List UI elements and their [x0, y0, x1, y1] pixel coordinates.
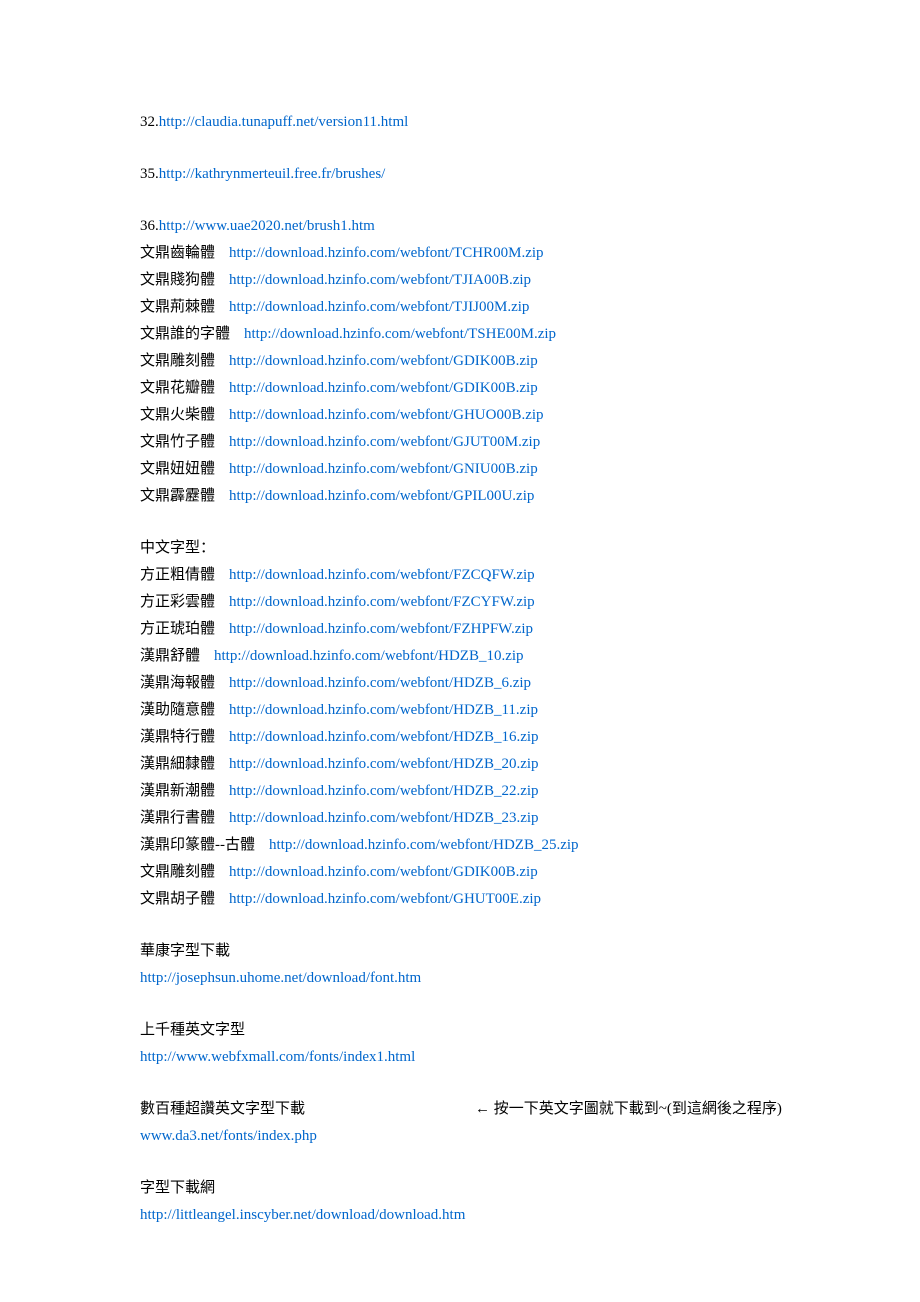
- url-link[interactable]: http://www.webfxmall.com/fonts/index1.ht…: [140, 1049, 415, 1065]
- font-label: 漢鼎細隸體: [140, 756, 215, 772]
- url-link[interactable]: http://download.hzinfo.com/webfont/GHUT0…: [229, 891, 541, 907]
- url-row: http://www.webfxmall.com/fonts/index1.ht…: [140, 1045, 780, 1070]
- url-row: http://littleangel.inscyber.net/download…: [140, 1203, 780, 1228]
- heading-text: 上千種英文字型: [140, 1022, 245, 1038]
- font-row: 文鼎荊棘體 http://download.hzinfo.com/webfont/…: [140, 295, 780, 320]
- url-link[interactable]: http://kathrynmerteuil.free.fr/brushes/: [159, 166, 386, 182]
- url-link[interactable]: http://download.hzinfo.com/webfont/HDZB_…: [229, 783, 539, 799]
- url-link[interactable]: http://josephsun.uhome.net/download/font…: [140, 970, 421, 986]
- url-link[interactable]: http://download.hzinfo.com/webfont/HDZB_…: [229, 729, 539, 745]
- url-link[interactable]: http://www.uae2020.net/brush1.htm: [159, 218, 375, 234]
- font-row: 文鼎齒輪體 http://download.hzinfo.com/webfont/…: [140, 241, 780, 266]
- section-title: 上千種英文字型: [140, 1018, 780, 1043]
- font-row: 漢鼎舒體 http://download.hzinfo.com/webfont/H…: [140, 644, 780, 669]
- font-label: 漢鼎新潮體: [140, 783, 215, 799]
- url-link[interactable]: http://download.hzinfo.com/webfont/FZHPF…: [229, 621, 533, 637]
- font-row: 方正粗倩體 http://download.hzinfo.com/webfont/…: [140, 563, 780, 588]
- font-label: 文鼎雕刻體: [140, 864, 215, 880]
- font-label: 文鼎花瓣體: [140, 380, 215, 396]
- url-link[interactable]: http://download.hzinfo.com/webfont/FZCYF…: [229, 594, 535, 610]
- font-label: 漢助隨意體: [140, 702, 215, 718]
- font-label: 文鼎胡子體: [140, 891, 215, 907]
- font-label: 方正彩雲體: [140, 594, 215, 610]
- font-row: 文鼎胡子體 http://download.hzinfo.com/webfont/…: [140, 887, 780, 912]
- font-label: 漢鼎特行體: [140, 729, 215, 745]
- font-label: 文鼎妞妞體: [140, 461, 215, 477]
- url-link[interactable]: http://download.hzinfo.com/webfont/HDZB_…: [229, 702, 538, 718]
- section-title: 中文字型：: [140, 536, 780, 561]
- number-label: 36.: [140, 218, 159, 234]
- font-row: 文鼎火柴體 http://download.hzinfo.com/webfont/…: [140, 403, 780, 428]
- url-link[interactable]: http://download.hzinfo.com/webfont/HDZB_…: [214, 648, 524, 664]
- font-row: 文鼎霹靂體 http://download.hzinfo.com/webfont/…: [140, 484, 780, 509]
- url-link[interactable]: http://download.hzinfo.com/webfont/GHUO0…: [229, 407, 544, 423]
- note-text: ← 按一下英文字圖就下載到~(到這網後之程序): [475, 1101, 782, 1117]
- heading-text: 中文字型：: [140, 540, 215, 556]
- font-row: 文鼎花瓣體 http://download.hzinfo.com/webfont/…: [140, 376, 780, 401]
- section-title: 字型下載網: [140, 1176, 780, 1201]
- url-link[interactable]: www.da3.net/fonts/index.php: [140, 1128, 317, 1144]
- url-row: http://josephsun.uhome.net/download/font…: [140, 966, 780, 991]
- font-row: 文鼎雕刻體 http://download.hzinfo.com/webfont/…: [140, 860, 780, 885]
- font-row: 文鼎賤狗體 http://download.hzinfo.com/webfont/…: [140, 268, 780, 293]
- url-link[interactable]: http://download.hzinfo.com/webfont/GDIK0…: [229, 380, 538, 396]
- font-label: 漢鼎海報體: [140, 675, 215, 691]
- font-label: 文鼎霹靂體: [140, 488, 215, 504]
- font-label: 文鼎竹子體: [140, 434, 215, 450]
- url-link[interactable]: http://download.hzinfo.com/webfont/TJIA0…: [229, 272, 531, 288]
- url-link[interactable]: http://claudia.tunapuff.net/version11.ht…: [159, 114, 409, 130]
- url-link[interactable]: http://download.hzinfo.com/webfont/HDZB_…: [229, 810, 539, 826]
- url-link[interactable]: http://download.hzinfo.com/webfont/TSHE0…: [244, 326, 556, 342]
- font-row: 漢鼎印篆體--古體 http://download.hzinfo.com/webf…: [140, 833, 780, 858]
- font-label: 文鼎荊棘體: [140, 299, 215, 315]
- entry-32: 32.http://claudia.tunapuff.net/version11…: [140, 110, 780, 135]
- url-link[interactable]: http://download.hzinfo.com/webfont/HDZB_…: [229, 675, 531, 691]
- font-label: 文鼎火柴體: [140, 407, 215, 423]
- font-row: 漢鼎特行體 http://download.hzinfo.com/webfont/…: [140, 725, 780, 750]
- url-link[interactable]: http://download.hzinfo.com/webfont/TCHR0…: [229, 245, 544, 261]
- font-row: 文鼎竹子體 http://download.hzinfo.com/webfont/…: [140, 430, 780, 455]
- entry-35: 35.http://kathrynmerteuil.free.fr/brushe…: [140, 162, 780, 187]
- url-link[interactable]: http://download.hzinfo.com/webfont/TJIJ0…: [229, 299, 529, 315]
- url-link[interactable]: http://download.hzinfo.com/webfont/GDIK0…: [229, 864, 538, 880]
- font-label: 方正粗倩體: [140, 567, 215, 583]
- heading-text: 數百種超讚英文字型下載: [140, 1101, 305, 1117]
- font-label: 漢鼎舒體: [140, 648, 200, 664]
- font-label: 漢鼎行書體: [140, 810, 215, 826]
- url-link[interactable]: http://download.hzinfo.com/webfont/GDIK0…: [229, 353, 538, 369]
- font-label: 文鼎齒輪體: [140, 245, 215, 261]
- font-row: 漢鼎新潮體 http://download.hzinfo.com/webfont/…: [140, 779, 780, 804]
- font-row: 漢鼎細隸體 http://download.hzinfo.com/webfont/…: [140, 752, 780, 777]
- url-row: www.da3.net/fonts/index.php: [140, 1124, 780, 1149]
- url-link[interactable]: http://download.hzinfo.com/webfont/HDZB_…: [269, 837, 579, 853]
- document-page: 32.http://claudia.tunapuff.net/version11…: [0, 0, 920, 1302]
- font-label: 文鼎誰的字體: [140, 326, 230, 342]
- url-link[interactable]: http://download.hzinfo.com/webfont/GPIL0…: [229, 488, 534, 504]
- font-label: 文鼎雕刻體: [140, 353, 215, 369]
- section-title: 數百種超讚英文字型下載 ← 按一下英文字圖就下載到~(到這網後之程序): [140, 1097, 780, 1122]
- url-link[interactable]: http://download.hzinfo.com/webfont/FZCQF…: [229, 567, 535, 583]
- font-row: 漢鼎海報體 http://download.hzinfo.com/webfont/…: [140, 671, 780, 696]
- url-link[interactable]: http://download.hzinfo.com/webfont/GJUT0…: [229, 434, 540, 450]
- entry-36: 36.http://www.uae2020.net/brush1.htm: [140, 214, 780, 239]
- heading-text: 華康字型下載: [140, 943, 230, 959]
- url-link[interactable]: http://littleangel.inscyber.net/download…: [140, 1207, 465, 1223]
- font-row: 方正琥珀體 http://download.hzinfo.com/webfont/…: [140, 617, 780, 642]
- font-row: 文鼎誰的字體 http://download.hzinfo.com/webfont…: [140, 322, 780, 347]
- font-label: 方正琥珀體: [140, 621, 215, 637]
- font-row: 文鼎雕刻體 http://download.hzinfo.com/webfont/…: [140, 349, 780, 374]
- number-label: 32.: [140, 114, 159, 130]
- font-row: 文鼎妞妞體 http://download.hzinfo.com/webfont/…: [140, 457, 780, 482]
- url-link[interactable]: http://download.hzinfo.com/webfont/GNIU0…: [229, 461, 538, 477]
- font-label: 漢鼎印篆體--古體: [140, 837, 255, 853]
- heading-text: 字型下載網: [140, 1180, 215, 1196]
- font-label: 文鼎賤狗體: [140, 272, 215, 288]
- font-row: 漢助隨意體 http://download.hzinfo.com/webfont/…: [140, 698, 780, 723]
- font-row: 漢鼎行書體 http://download.hzinfo.com/webfont/…: [140, 806, 780, 831]
- url-link[interactable]: http://download.hzinfo.com/webfont/HDZB_…: [229, 756, 539, 772]
- section-title: 華康字型下載: [140, 939, 780, 964]
- number-label: 35.: [140, 166, 159, 182]
- font-row: 方正彩雲體 http://download.hzinfo.com/webfont/…: [140, 590, 780, 615]
